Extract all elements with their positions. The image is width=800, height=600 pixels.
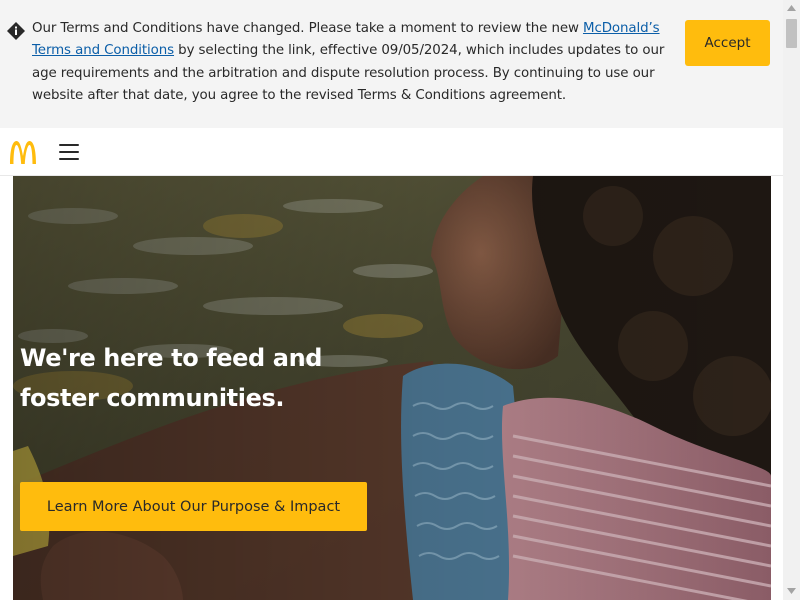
scroll-thumb[interactable] xyxy=(786,19,797,48)
golden-arches-logo[interactable] xyxy=(8,139,38,165)
site-header xyxy=(0,128,783,176)
scroll-down-arrow-icon[interactable] xyxy=(783,583,800,600)
scroll-up-arrow-icon[interactable] xyxy=(783,0,800,17)
terms-text-intro: Our Terms and Conditions have changed. P… xyxy=(32,21,583,36)
accept-button[interactable]: Accept xyxy=(685,20,770,66)
info-icon xyxy=(7,22,25,40)
learn-more-purpose-impact-button[interactable]: Learn More About Our Purpose & Impact xyxy=(20,482,367,531)
hero-heading: We're here to feed and foster communitie… xyxy=(20,344,323,412)
terms-banner: Our Terms and Conditions have changed. P… xyxy=(0,0,783,128)
hero-section: We're here to feed and foster communitie… xyxy=(13,176,771,600)
hamburger-menu-icon[interactable] xyxy=(57,141,81,163)
scrollbar[interactable] xyxy=(783,0,800,600)
terms-message: Our Terms and Conditions have changed. P… xyxy=(32,18,682,108)
